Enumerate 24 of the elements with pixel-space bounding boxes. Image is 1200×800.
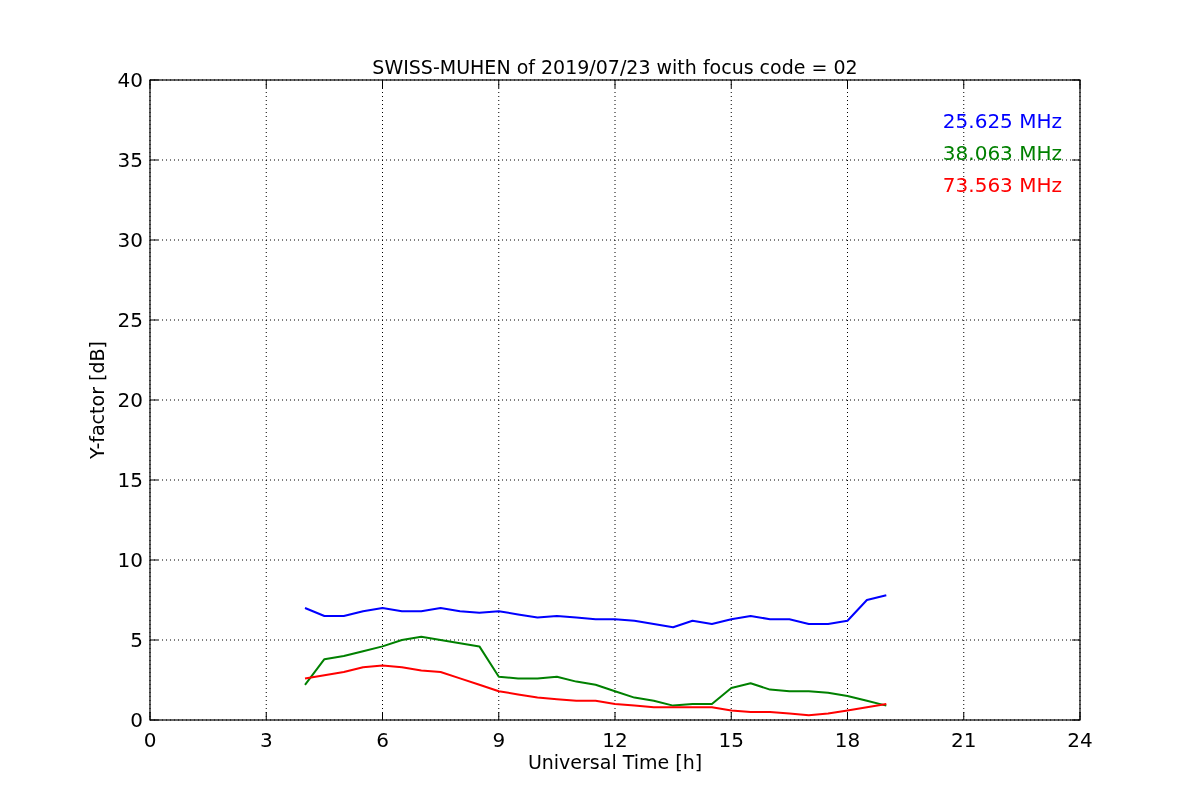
tick-label: 24 [1067,728,1093,752]
tick-label: 5 [130,628,143,652]
tick-label: 40 [117,68,143,92]
legend-label: 73.563 MHz [942,173,1062,197]
tick-label: 18 [834,728,861,752]
legend-label: 25.625 MHz [942,109,1062,133]
tick-label: 10 [117,548,143,572]
axis-label: Y-factor [dB] [86,341,108,459]
tick-label: 35 [117,148,143,172]
legend-label: 38.063 MHz [942,141,1062,165]
tick-label: 20 [117,388,143,412]
tick-label: 6 [376,728,389,752]
tick-label: 12 [602,728,628,752]
tick-label: 9 [492,728,506,752]
axis-label: Universal Time [h] [527,751,703,773]
tick-label: 15 [718,728,744,752]
chart-title: SWISS-MUHEN of 2019/07/23 with focus code = 02 [372,56,858,78]
tick-label: 15 [117,468,143,492]
tick-label: 21 [951,728,977,752]
tick-label: 25 [117,308,143,332]
tick-label: 3 [259,728,273,752]
tick-label: 30 [117,228,143,252]
tick-label: 0 [130,708,143,732]
tick-label: 0 [143,728,157,752]
